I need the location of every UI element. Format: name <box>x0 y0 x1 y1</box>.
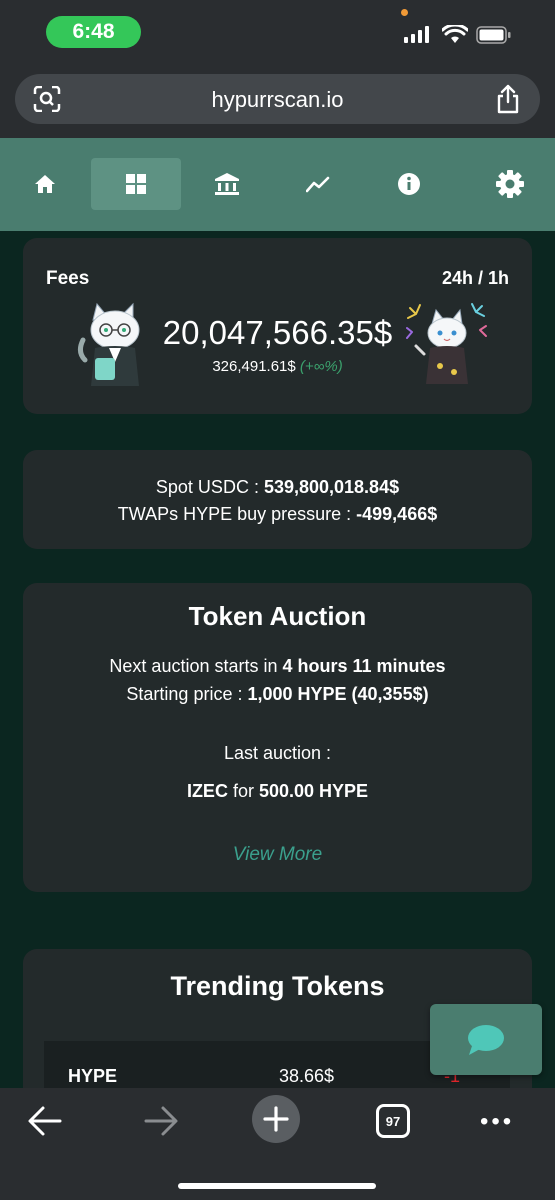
gear-icon <box>496 170 524 198</box>
nav-dashboard[interactable] <box>91 158 181 210</box>
address-bar[interactable]: hypurrscan.io <box>15 74 540 124</box>
cellular-signal-icon <box>404 26 429 43</box>
last-auction-price: 500.00 HYPE <box>258 781 369 801</box>
bank-icon <box>215 173 239 195</box>
spot-summary-card: Spot USDC : 539,800,018.84$ TWAPs HYPE b… <box>23 450 532 549</box>
cat-mascot-right-image <box>406 303 487 384</box>
token-price: 38.66$ <box>279 1066 335 1086</box>
url-text[interactable]: hypurrscan.io <box>15 87 540 113</box>
plus-icon <box>263 1106 289 1132</box>
info-icon <box>398 173 420 195</box>
fees-change-percent: (+∞%) <box>299 358 343 375</box>
battery-icon <box>476 26 511 44</box>
chart-trend-icon <box>306 176 330 193</box>
last-auction-line: IZEC for 500.00 HYPE <box>23 781 532 802</box>
spot-usdc-line: Spot USDC : 539,800,018.84$ <box>23 474 532 501</box>
more-menu-icon[interactable]: ••• <box>480 1108 514 1136</box>
auction-details: Next auction starts in 4 hours 11 minute… <box>23 652 532 708</box>
fees-label: Fees <box>46 268 90 289</box>
page-content[interactable]: Fees 24h / 1h 20,047,566.35$ 326,491.61$… <box>0 231 555 1088</box>
home-icon <box>35 175 55 193</box>
starting-price-label: Starting price : <box>126 684 248 704</box>
tab-count-button[interactable]: 97 <box>376 1104 410 1138</box>
fees-hourly-value: 326,491.61$ <box>212 358 296 375</box>
new-tab-button[interactable] <box>252 1095 300 1143</box>
home-indicator <box>178 1183 376 1189</box>
privacy-indicator-dot <box>401 9 408 16</box>
wifi-icon <box>442 25 468 43</box>
share-icon[interactable] <box>496 84 520 114</box>
fees-card: Fees 24h / 1h 20,047,566.35$ 326,491.61$… <box>23 238 532 414</box>
app-nav-bar <box>0 138 555 231</box>
view-more-link[interactable]: View More <box>23 844 532 866</box>
status-icons <box>404 24 512 46</box>
starting-price-line: Starting price : 1,000 HYPE (40,355$) <box>23 680 532 708</box>
token-auction-card: Token Auction Next auction starts in 4 h… <box>23 583 532 892</box>
next-auction-label: Next auction starts in <box>109 656 283 676</box>
chat-button[interactable] <box>430 1004 542 1075</box>
next-auction-line: Next auction starts in 4 hours 11 minute… <box>23 652 532 680</box>
last-auction-label: Last auction : <box>223 743 332 763</box>
nav-bank[interactable] <box>182 158 272 210</box>
trending-title: Trending Tokens <box>170 971 385 1001</box>
starting-price-value: 1,000 HYPE (40,355$) <box>247 684 429 704</box>
nav-settings[interactable] <box>465 158 555 210</box>
auction-title: Token Auction <box>188 601 367 631</box>
status-time: 6:48 <box>46 16 141 48</box>
twap-label: TWAPs HYPE buy pressure : <box>117 504 357 524</box>
back-arrow-icon[interactable] <box>27 1104 63 1138</box>
twap-line: TWAPs HYPE buy pressure : -499,466$ <box>23 501 532 528</box>
last-auction-token: IZEC <box>186 781 228 801</box>
nav-info[interactable] <box>364 158 454 210</box>
fees-period-toggle[interactable]: 24h / 1h <box>442 268 509 289</box>
nav-charts[interactable] <box>273 158 363 210</box>
chat-bubble-icon <box>468 1024 504 1055</box>
next-auction-time: 4 hours 11 minutes <box>282 656 446 676</box>
last-auction-for: for <box>227 781 259 801</box>
nav-home[interactable] <box>0 158 90 210</box>
spot-usdc-value: 539,800,018.84$ <box>263 477 400 497</box>
token-symbol: HYPE <box>68 1066 118 1086</box>
twap-value: -499,466$ <box>356 504 438 524</box>
browser-top-chrome: 6:48 hypurrscan.io <box>0 0 555 138</box>
forward-arrow-icon[interactable] <box>143 1104 179 1138</box>
spot-usdc-label: Spot USDC : <box>155 477 264 497</box>
dashboard-icon <box>126 174 146 194</box>
